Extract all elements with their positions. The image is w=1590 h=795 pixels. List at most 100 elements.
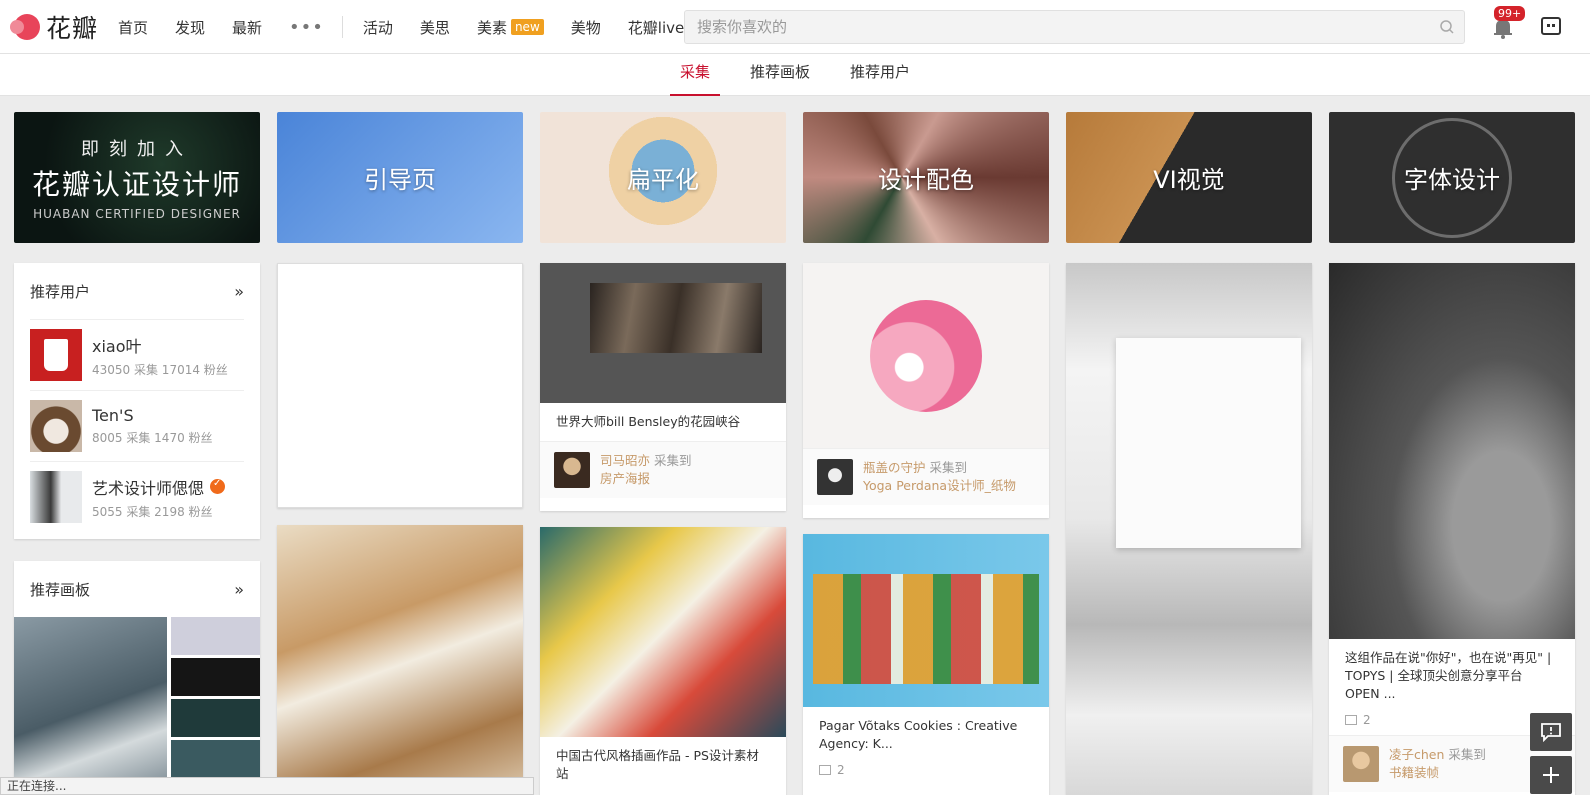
board-cover-image[interactable] [14, 617, 167, 795]
sub-tabs: 采集 推荐画板 推荐用户 [0, 54, 1590, 96]
avatar[interactable] [30, 329, 82, 381]
logo[interactable]: 花瓣 [10, 12, 99, 43]
pin-image[interactable] [803, 263, 1049, 448]
nav-meisi[interactable]: 美思 [420, 17, 450, 38]
repin-icon [1345, 715, 1357, 725]
recommend-users-title: 推荐用户 [30, 282, 91, 301]
main-nav: 首页 发现 最新 ••• 活动 美思 美素 new 美物 花瓣live [118, 0, 711, 54]
board-swatch[interactable] [171, 740, 260, 780]
pin-user[interactable]: 瓶盖の守护 [863, 460, 926, 475]
pin-image[interactable] [540, 263, 786, 403]
user-stats: 43050 采集 17014 粉丝 [92, 362, 228, 377]
banner-guide-page[interactable]: 引导页 [277, 112, 523, 243]
pin-user[interactable]: 凌子chen [1389, 747, 1444, 762]
user-name[interactable]: Ten'S [92, 406, 213, 425]
pin-title[interactable]: 这组作品在说"你好"，也在说"再见" | TOPYS | 全球顶尖创意分享平台 … [1329, 639, 1575, 713]
nav-meisu[interactable]: 美素 new [477, 17, 544, 38]
plus-icon [1543, 767, 1559, 783]
search-icon[interactable] [1430, 10, 1464, 44]
pin-image[interactable] [1329, 263, 1575, 639]
board-swatch[interactable] [171, 658, 260, 696]
board-swatch[interactable] [171, 699, 260, 737]
new-badge: new [510, 19, 544, 35]
user-item[interactable]: xiao叶 43050 采集 17014 粉丝 [30, 319, 244, 390]
search-box [684, 10, 1465, 44]
banner-title: 花瓣认证设计师 [31, 167, 242, 201]
pin-card-empty[interactable] [277, 263, 523, 508]
verified-icon [210, 478, 226, 494]
feedback-icon [1541, 723, 1561, 742]
avatar[interactable] [30, 471, 82, 523]
status-bar: 正在连接... [0, 777, 534, 795]
pin-card[interactable]: 瓶盖の守护 采集到 Yoga Perdana设计师_纸物 [803, 263, 1049, 518]
pin-board[interactable]: Yoga Perdana设计师_纸物 [863, 477, 1016, 495]
more-arrow-icon[interactable]: » [234, 580, 244, 599]
banner-join-text: 即刻加入 [81, 138, 193, 160]
banner-certified-designer[interactable]: 即刻加入 花瓣认证设计师 HUABAN CERTIFIED DESIGNER [14, 112, 260, 243]
nav-meiwu[interactable]: 美物 [571, 17, 601, 38]
top-bar: 花瓣 首页 发现 最新 ••• 活动 美思 美素new 美物 花瓣live 99… [0, 0, 1590, 54]
pin-action: 采集到 [929, 460, 968, 475]
user-name-row[interactable]: 艺术设计师偲偲 [92, 475, 226, 499]
search-input[interactable] [685, 11, 1430, 43]
pin-card[interactable]: 世界大师bill Bensley的花园峡谷 司马昭亦 采集到 房产海报 [540, 263, 786, 511]
nav-divider [341, 16, 343, 38]
avatar[interactable] [30, 400, 82, 452]
pin-board[interactable]: 书籍装帧 [1389, 764, 1486, 782]
banner-label: 字体设计 [1404, 166, 1500, 194]
banner-color[interactable]: 设计配色 [803, 112, 1049, 243]
pin-card-brochure[interactable] [1066, 263, 1312, 795]
more-icon[interactable]: ••• [289, 17, 324, 38]
pin-title[interactable]: 世界大师bill Bensley的花园峡谷 [540, 403, 786, 441]
more-arrow-icon[interactable]: » [234, 282, 244, 301]
banner-vi[interactable]: VI视觉 [1066, 112, 1312, 243]
feedback-button[interactable] [1530, 713, 1572, 751]
avatar[interactable] [554, 452, 590, 488]
nav-events[interactable]: 活动 [363, 17, 393, 38]
pin-image[interactable] [1066, 263, 1312, 795]
pin-card[interactable]: Pagar Võtaks Cookies : Creative Agency: … [803, 534, 1049, 795]
pin-title[interactable]: 中国古代风格插画作品 - PS设计素材站 [540, 737, 786, 793]
banner-label: VI视觉 [1153, 166, 1225, 194]
recommend-users-header: 推荐用户 » [14, 263, 260, 319]
banner-typeface[interactable]: 字体设计 [1329, 112, 1575, 243]
pin-image[interactable] [540, 527, 786, 737]
pink-logo-graphic [870, 299, 982, 412]
board-swatch[interactable] [171, 617, 260, 655]
pin-image[interactable] [803, 534, 1049, 707]
pin-board[interactable]: 房产海报 [600, 470, 692, 488]
pin-title[interactable]: Pagar Võtaks Cookies : Creative Agency: … [803, 707, 1049, 763]
recommend-boards-header: 推荐画板 » [14, 561, 260, 617]
user-name: 艺术设计师偲偲 [92, 478, 205, 498]
nav-discover[interactable]: 发现 [175, 17, 205, 38]
avatar[interactable] [817, 459, 853, 495]
user-item[interactable]: Ten'S 8005 采集 1470 粉丝 [30, 390, 244, 461]
message-icon[interactable] [1540, 15, 1562, 37]
tab-pins[interactable]: 采集 [670, 54, 720, 96]
repin-icon [819, 765, 831, 775]
avatar[interactable] [1343, 746, 1379, 782]
user-item[interactable]: 艺术设计师偲偲 5055 采集 2198 粉丝 [30, 461, 244, 532]
pin-image[interactable] [277, 525, 523, 795]
logo-icon [10, 14, 40, 40]
banner-subtitle: HUABAN CERTIFIED DESIGNER [33, 206, 241, 221]
nav-latest[interactable]: 最新 [232, 17, 262, 38]
user-name[interactable]: xiao叶 [92, 333, 228, 357]
pin-action: 采集到 [654, 453, 692, 468]
banner-flat[interactable]: 扁平化 [540, 112, 786, 243]
tab-boards[interactable]: 推荐画板 [748, 54, 812, 96]
nav-live[interactable]: 花瓣live [628, 17, 684, 38]
recommend-users-card: 推荐用户 » xiao叶 43050 采集 17014 粉丝 Ten'S 800… [14, 263, 260, 539]
pin-meta: 瓶盖の守护 采集到 Yoga Perdana设计师_纸物 [803, 448, 1049, 505]
tab-users[interactable]: 推荐用户 [848, 54, 912, 96]
pin-card[interactable]: 中国古代风格插画作品 - PS设计素材站 [540, 527, 786, 795]
repin-number: 2 [837, 763, 845, 777]
pin-meta: 司马昭亦 采集到 房产海报 [540, 441, 786, 498]
pin-user[interactable]: 司马昭亦 [600, 453, 650, 468]
nav-meisu-label: 美素 [476, 18, 507, 37]
pin-card-packaging[interactable] [277, 525, 523, 795]
add-button[interactable] [1530, 756, 1572, 794]
notification-badge: 99+ [1494, 6, 1526, 21]
logo-text: 花瓣 [46, 14, 99, 43]
nav-home[interactable]: 首页 [118, 17, 148, 38]
